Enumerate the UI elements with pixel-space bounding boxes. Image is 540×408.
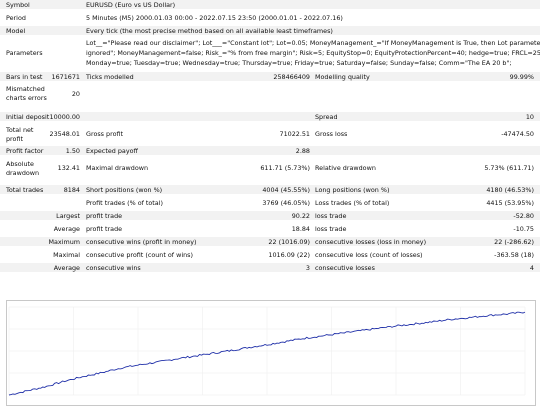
- grossloss-label: Gross loss: [315, 130, 348, 138]
- mxl-loss-label: consecutive loss (count of losses): [315, 251, 423, 259]
- maximal-label: Maximal: [53, 251, 80, 259]
- balance-chart: [6, 300, 536, 406]
- mismatch-value: 20: [71, 90, 80, 98]
- short-value: 4004 (45.55%): [262, 186, 310, 194]
- average-profit-label: profit trade: [86, 225, 123, 233]
- netprofit-label: Total net: [6, 126, 34, 134]
- proftr-label: Profit trades (% of total): [86, 199, 163, 207]
- spread-value: 10: [525, 113, 534, 121]
- grossprofit-label: Gross profit: [86, 130, 124, 138]
- ticks-value: 258466409: [273, 73, 310, 81]
- reldd-value: 5.73% (611.71): [484, 164, 534, 172]
- largest-loss-label: loss trade: [315, 212, 347, 220]
- pf-value: 1.50: [65, 147, 80, 155]
- parameters-label: Parameters: [6, 49, 43, 57]
- max-losses-label: consecutive losses (loss in money): [315, 238, 427, 246]
- symbol-label: Symbol: [6, 1, 30, 9]
- average-loss-label: loss trade: [315, 225, 347, 233]
- avg-wins-label: consecutive wins: [86, 264, 141, 272]
- max-wins-value: 22 (1016.09): [268, 238, 310, 246]
- ticks-label: Ticks modelled: [86, 73, 134, 81]
- pf-label: Profit factor: [6, 147, 44, 155]
- largest-label: Largest: [56, 212, 80, 220]
- mxl-profit-label: consecutive profit (count of wins): [86, 251, 193, 259]
- payoff-value: 2.88: [295, 147, 310, 155]
- period-label: Period: [6, 14, 26, 22]
- parameters-line-2: ignored"; MoneyManagement=false; Risk_="…: [86, 49, 540, 57]
- average2-label: Average: [53, 264, 80, 272]
- largest-loss-value: -52.80: [513, 212, 534, 220]
- period-value: 5 Minutes (M5) 2000.01.03 00:00 - 2022.0…: [86, 14, 343, 22]
- reldd-label: Relative drawdown: [315, 164, 376, 172]
- mxl-loss-value: -363.58 (18): [494, 251, 534, 259]
- long-label: Long positions (won %): [315, 186, 390, 194]
- average-label: Average: [53, 225, 80, 233]
- maxdd-value: 611.71 (5.73%): [260, 164, 310, 172]
- max-losses-value: 22 (-286.62): [494, 238, 534, 246]
- average-loss-value: -10.75: [513, 225, 534, 233]
- symbol-value: EURUSD (Euro vs US Dollar): [86, 1, 176, 9]
- bars-value: 1671671: [51, 73, 80, 81]
- bars-label: Bars in test: [6, 73, 43, 81]
- model-value: Every tick (the most precise method base…: [86, 27, 333, 35]
- losstr-label: Loss trades (% of total): [315, 199, 390, 207]
- balance-chart-svg: [8, 306, 526, 396]
- avg-losses-value: 4: [529, 264, 534, 272]
- mxl-profit-value: 1016.09 (22): [268, 251, 310, 259]
- band: [0, 0, 540, 9]
- average-profit-value: 18.84: [291, 225, 310, 233]
- maximum-label: Maximum: [48, 238, 81, 246]
- grossprofit-value: 71022.51: [279, 130, 311, 138]
- quality-value: 99.99%: [509, 73, 534, 81]
- model-label: Model: [6, 27, 26, 35]
- payoff-label: Expected payoff: [86, 147, 138, 155]
- mismatch-label: Mismatched: [6, 85, 45, 93]
- proftr-value: 3769 (46.05%): [262, 199, 310, 207]
- absdd-label: Absolute: [6, 160, 34, 168]
- parameters-line-3: Monday=true; Tuesday=true; Wednesday=tru…: [86, 59, 512, 67]
- quality-label: Modelling quality: [315, 73, 370, 81]
- spread-label: Spread: [315, 113, 338, 121]
- avg-losses-label: consecutive losses: [315, 264, 375, 272]
- maxdd-label: Maximal drawdown: [86, 164, 149, 172]
- band: [0, 112, 540, 121]
- largest-profit-label: profit trade: [86, 212, 123, 220]
- losstr-value: 4415 (53.95%): [486, 199, 534, 207]
- absdd-value: 132.41: [57, 164, 80, 172]
- parameters-line-1: Lot__="Please read our disclaimer"; Lot_…: [86, 39, 540, 47]
- netprofit-label: profit: [6, 135, 23, 143]
- grossloss-value: -47474.50: [501, 130, 534, 138]
- largest-profit-value: 90.22: [291, 212, 310, 220]
- avg-wins-value: 3: [305, 264, 310, 272]
- deposit-value: 10000.00: [49, 113, 81, 121]
- short-label: Short positions (won %): [86, 186, 163, 194]
- trades-value: 8184: [63, 186, 80, 194]
- netprofit-value: 23548.01: [49, 130, 81, 138]
- trades-label: Total trades: [6, 186, 44, 194]
- max-wins-label: consecutive wins (profit in money): [86, 238, 197, 246]
- long-value: 4180 (46.53%): [486, 186, 534, 194]
- absdd-label: drawdown: [6, 169, 40, 177]
